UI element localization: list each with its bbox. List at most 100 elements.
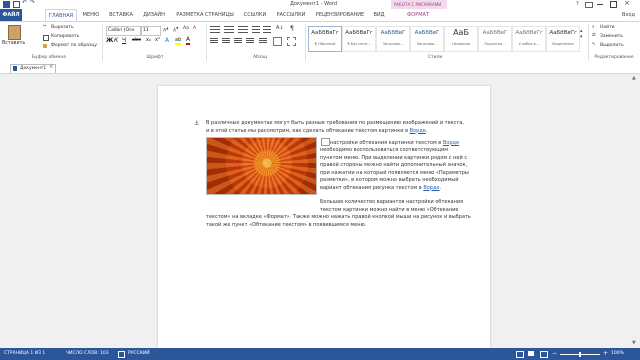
scroll-up-icon[interactable]: ▲ xyxy=(632,75,636,81)
text-run: и в этой статье мы рассмотрим, как сдела… xyxy=(206,127,410,134)
bullets-icon[interactable] xyxy=(210,26,220,33)
tab-close-icon[interactable]: × xyxy=(49,64,53,70)
zoom-slider-thumb[interactable] xyxy=(579,352,581,357)
read-mode-icon[interactable] xyxy=(516,351,524,358)
style-sample: АаБ xyxy=(453,28,469,37)
sort-icon[interactable]: А↓ xyxy=(276,25,284,31)
tab-review[interactable]: РЕЦЕНЗИРОВАНИЕ xyxy=(312,9,368,21)
pilcrow-icon[interactable]: ¶ xyxy=(290,25,294,32)
strikethrough-icon[interactable]: abc xyxy=(132,37,141,43)
select-icon: ↖ xyxy=(592,42,596,47)
clear-format-icon[interactable]: A xyxy=(193,26,196,31)
style-emphasis[interactable]: АаБбВвГг Выделение xyxy=(546,26,580,52)
superscript-icon[interactable]: x² xyxy=(155,37,160,43)
styles-more-icon[interactable]: ▴ ▾ xyxy=(580,28,583,40)
style-heading-2[interactable]: АаБбВвГ Заголово... xyxy=(410,26,444,52)
web-layout-icon[interactable] xyxy=(540,351,548,358)
text-link[interactable]: Ворде xyxy=(423,185,439,191)
tab-layout[interactable]: РАЗМЕТКА СТРАНИЦЫ xyxy=(172,9,238,21)
style-sample: АаБбВвГг xyxy=(549,30,577,36)
shading-icon[interactable] xyxy=(273,37,282,46)
proofing-icon[interactable] xyxy=(118,351,125,358)
tab-references[interactable]: ССЫЛКИ xyxy=(240,9,270,21)
text-link[interactable]: Ворде xyxy=(443,140,459,146)
context-tab-header: РАБОТА С РИСУНКАМИ xyxy=(391,0,447,9)
text-link[interactable]: Ворде xyxy=(410,128,426,134)
underline-icon[interactable]: Ч xyxy=(122,37,126,44)
font-color-icon[interactable]: A xyxy=(186,37,191,45)
grow-font-icon[interactable]: A▲ xyxy=(163,26,168,34)
zoom-in-icon[interactable]: + xyxy=(603,348,608,360)
style-title[interactable]: АаБ Название xyxy=(444,26,478,52)
tab-design[interactable]: ДИЗАЙН xyxy=(140,9,168,21)
replace-label: Заменить xyxy=(600,34,623,39)
subscript-icon[interactable]: x₂ xyxy=(146,37,151,43)
decrease-indent-icon[interactable] xyxy=(252,26,260,33)
font-name-select[interactable]: Calibri (Осн xyxy=(106,26,141,36)
increase-indent-icon[interactable] xyxy=(263,26,271,33)
context-tab-group-label: РАБОТА С РИСУНКАМИ xyxy=(394,2,442,7)
separator xyxy=(305,24,306,61)
italic-icon[interactable]: К xyxy=(114,37,118,44)
tab-view[interactable]: ВИД xyxy=(370,9,388,21)
save-icon[interactable] xyxy=(13,1,20,8)
word-count[interactable]: ЧИСЛО СЛОВ: 103 xyxy=(66,348,109,360)
help-button[interactable]: ? xyxy=(576,1,579,7)
page-count[interactable]: СТРАНИЦА 1 ИЗ 1 xyxy=(4,348,45,360)
align-right-icon[interactable] xyxy=(234,38,242,44)
document-tab[interactable]: Документ1 × xyxy=(10,64,56,73)
style-normal[interactable]: АаБбВвГг ¶ Обычный xyxy=(308,26,342,52)
document-tab-label: Документ1 xyxy=(20,66,47,71)
style-subtitle[interactable]: АаБбВвГ Подзагол... xyxy=(478,26,512,52)
layout-options-icon[interactable] xyxy=(321,138,330,146)
numbering-icon[interactable] xyxy=(224,26,234,33)
style-subtle-emphasis[interactable]: АаБбВвГг Слабое в... xyxy=(512,26,546,52)
zoom-level[interactable]: 100% xyxy=(611,348,624,360)
tab-menu[interactable]: МЕНЮ xyxy=(80,9,102,21)
ribbon-options-icon[interactable] xyxy=(585,2,593,8)
zoom-out-icon[interactable]: − xyxy=(552,348,557,360)
tab-file[interactable]: ФАЙЛ xyxy=(0,9,22,21)
redo-icon[interactable]: ↷ xyxy=(30,0,35,6)
undo-icon[interactable]: ↶ xyxy=(22,0,27,6)
style-no-spacing[interactable]: АаБбВвГг ¶ Без инте... xyxy=(342,26,376,52)
paragraph-group-label: Абзац xyxy=(252,55,268,60)
print-layout-icon[interactable] xyxy=(528,351,534,356)
close-icon[interactable]: × xyxy=(624,0,630,7)
tab-insert[interactable]: ВСТАВКА xyxy=(106,9,136,21)
align-center-icon[interactable] xyxy=(222,38,230,44)
style-sample: АаБбВвГ xyxy=(482,30,508,36)
user-signin[interactable]: Вход xyxy=(622,12,635,18)
paste-button[interactable]: Вставить xyxy=(2,25,25,51)
separator xyxy=(206,24,207,61)
maximize-icon[interactable] xyxy=(610,1,617,8)
style-name: Название xyxy=(451,42,471,46)
bold-icon[interactable]: Ж xyxy=(106,37,113,44)
multilevel-icon[interactable] xyxy=(238,26,248,33)
copy-icon xyxy=(43,35,49,41)
style-heading-1[interactable]: АаБбВвГ Заголово... xyxy=(376,26,410,52)
borders-icon[interactable] xyxy=(287,37,296,46)
shrink-font-icon[interactable]: A▼ xyxy=(173,26,178,34)
language-indicator[interactable]: РУССКИЙ xyxy=(128,348,150,360)
tab-format[interactable]: ФОРМАТ xyxy=(394,9,442,21)
text-run: такой же пункт «Обтекание текстом» в поя… xyxy=(206,221,367,228)
tab-mailings[interactable]: РАССЫЛКИ xyxy=(273,9,309,21)
scroll-down-icon[interactable]: ▼ xyxy=(632,340,636,346)
flower-image[interactable] xyxy=(206,137,317,195)
zoom-slider[interactable] xyxy=(560,352,600,357)
text-effects-icon[interactable]: A xyxy=(165,37,169,44)
font-size-select[interactable]: 11 xyxy=(141,26,161,36)
tab-home[interactable]: ГЛАВНАЯ xyxy=(45,9,77,21)
highlight-icon[interactable]: ab xyxy=(175,37,181,45)
vertical-scrollbar[interactable]: ▲ ▼ xyxy=(630,74,640,348)
line-spacing-icon[interactable] xyxy=(259,38,267,44)
minimize-icon[interactable] xyxy=(597,4,603,5)
word-logo-icon xyxy=(3,1,10,8)
change-case-icon[interactable]: Aa xyxy=(183,26,189,31)
text-run: вариант обтекания рисунка текстом в xyxy=(320,184,424,191)
document-page[interactable]: ⚓ В различных документах могут быть разн… xyxy=(158,86,490,350)
wrap-line-4: правой стороны можно найти дополнительны… xyxy=(320,162,467,170)
align-left-icon[interactable] xyxy=(210,38,218,44)
justify-icon[interactable] xyxy=(246,38,254,44)
